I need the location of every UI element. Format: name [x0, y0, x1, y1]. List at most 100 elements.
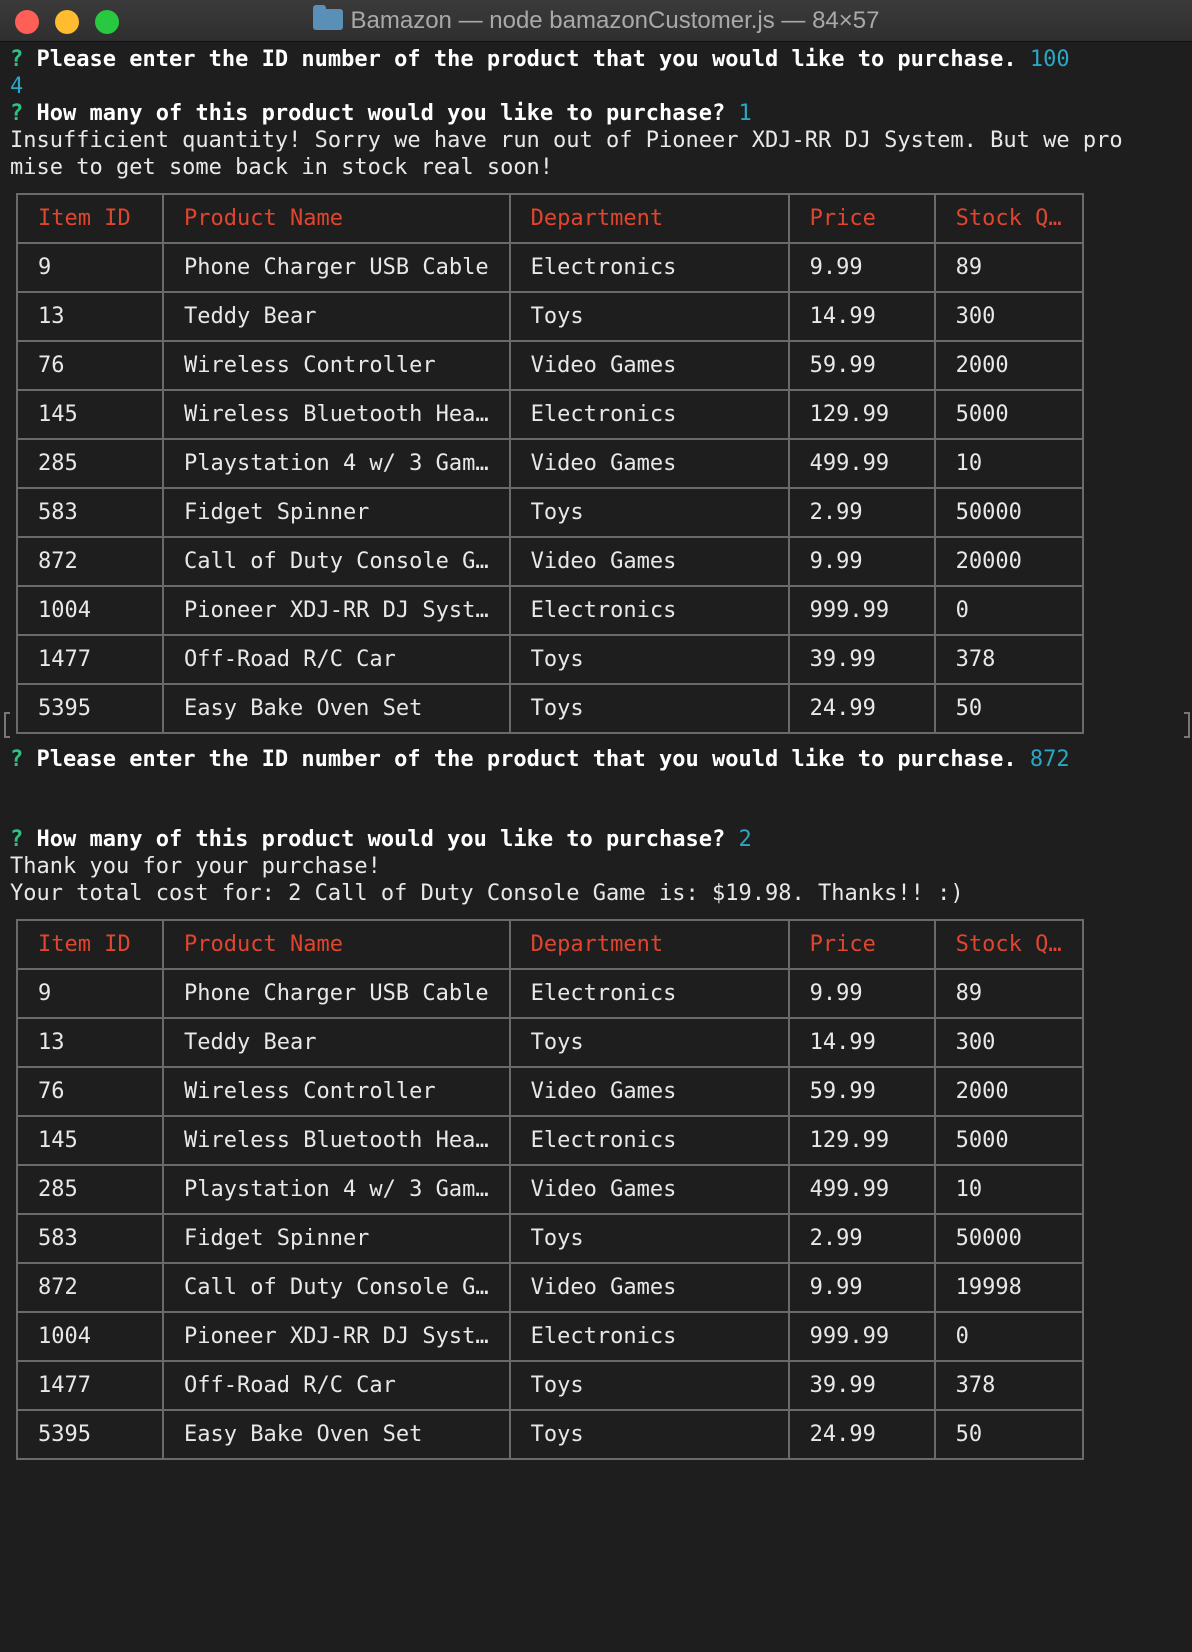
window-title-text: Bamazon — node bamazonCustomer.js — 84×5… [350, 7, 880, 34]
table-cell: 300 [933, 291, 1084, 342]
table-cell: 1004 [16, 585, 164, 636]
table-cell: Playstation 4 w/ 3 Gam… [162, 1164, 511, 1215]
table-cell: 5395 [16, 683, 164, 734]
table-row: 9 Phone Charger USB Cable Electronics 9.99 8… [16, 968, 1084, 1019]
table-cell: 2.99 [787, 487, 936, 538]
prompt-answer: 100 [1029, 47, 1070, 72]
table-cell: 583 [16, 1213, 164, 1264]
table-cell: 13 [16, 1017, 164, 1068]
table-cell: 50000 [933, 487, 1084, 538]
table-cell: 50 [933, 683, 1084, 734]
table-row: 76 Wireless Controller Video Games 59.99 200… [16, 1066, 1084, 1117]
table-cell: 14.99 [787, 291, 936, 342]
table-cell: 50 [933, 1409, 1084, 1460]
table-cell: Pioneer XDJ-RR DJ Syst… [162, 585, 511, 636]
table-cell: 145 [16, 389, 164, 440]
table-row: 13 Teddy Bear Toys 14.99 300 [16, 1017, 1084, 1068]
table-cell: 59.99 [787, 1066, 936, 1117]
prompt-marker: ? [10, 747, 24, 772]
table-cell: Toys [508, 487, 790, 538]
table-cell: 9.99 [787, 242, 936, 293]
table-cell: 0 [933, 1311, 1084, 1362]
table-cell: 9 [16, 968, 164, 1019]
table-cell: 300 [933, 1017, 1084, 1068]
resize-handle-left[interactable] [4, 712, 10, 738]
table-cell: Toys [508, 683, 790, 734]
table-body: 9 Phone Charger USB Cable Electronics 9.99 8… [16, 242, 1084, 734]
output-line: Your total cost for: 2 Call of Duty Cons… [10, 881, 964, 906]
prompt-marker: ? [10, 101, 24, 126]
table-cell: Video Games [508, 1066, 790, 1117]
table-row: 145 Wireless Bluetooth Hea… Electronics 129… [16, 1115, 1084, 1166]
table-cell: 13 [16, 291, 164, 342]
prompt-answer: 872 [1029, 747, 1070, 772]
table-row: 1477 Off-Road R/C Car Toys 39.99 378 [16, 1360, 1084, 1411]
table-row: 5395 Easy Bake Oven Set Toys 24.99 50 [16, 683, 1084, 734]
table-cell: Toys [508, 1213, 790, 1264]
inventory-table: Item ID Product Name Department Price St… [16, 193, 1084, 734]
table-cell: 24.99 [787, 1409, 936, 1460]
table-cell: 285 [16, 438, 164, 489]
table-cell: 39.99 [787, 1360, 936, 1411]
column-header: Price [787, 919, 936, 970]
table-row: 76 Wireless Controller Video Games 59.99 200… [16, 340, 1084, 391]
column-header: Item ID [16, 919, 164, 970]
prompt-line: ? Please enter the ID number of the prod… [10, 46, 1190, 73]
table-row: 145 Wireless Bluetooth Hea… Electronics 129… [16, 389, 1084, 440]
table-cell: 76 [16, 340, 164, 391]
table-row: 1004 Pioneer XDJ-RR DJ Syst… Electronics 99… [16, 585, 1084, 636]
prompt-question: How many of this product would you like … [36, 827, 726, 852]
table-cell: Teddy Bear [162, 291, 511, 342]
table-cell: Wireless Bluetooth Hea… [162, 389, 511, 440]
table-cell: Electronics [508, 389, 790, 440]
table-cell: Pioneer XDJ-RR DJ Syst… [162, 1311, 511, 1362]
table-cell: Electronics [508, 242, 790, 293]
table-cell: 0 [933, 585, 1084, 636]
table-cell: Video Games [508, 1164, 790, 1215]
terminal-output[interactable]: ? Please enter the ID number of the prod… [10, 46, 1190, 1472]
table-row: 285 Playstation 4 w/ 3 Gam… Video Games 499… [16, 438, 1084, 489]
table-cell: Video Games [508, 340, 790, 391]
table-cell: 872 [16, 1262, 164, 1313]
column-header: Department [508, 193, 790, 244]
table-cell: Playstation 4 w/ 3 Gam… [162, 438, 511, 489]
table-row: 1477 Off-Road R/C Car Toys 39.99 378 [16, 634, 1084, 685]
table-cell: Electronics [508, 968, 790, 1019]
table-cell: 50000 [933, 1213, 1084, 1264]
column-header: Product Name [162, 193, 511, 244]
table-cell: 19998 [933, 1262, 1084, 1313]
prompt-line: ? How many of this product would you lik… [10, 826, 1190, 853]
table-cell: Fidget Spinner [162, 1213, 511, 1264]
table-cell: 285 [16, 1164, 164, 1215]
prompt-question: Please enter the ID number of the produc… [36, 47, 1017, 72]
window-title: Bamazon — node bamazonCustomer.js — 84×5… [0, 5, 1192, 35]
prompt-marker: ? [10, 47, 24, 72]
table-cell: 24.99 [787, 683, 936, 734]
table-cell: 999.99 [787, 1311, 936, 1362]
table-cell: Off-Road R/C Car [162, 1360, 511, 1411]
table-cell: Off-Road R/C Car [162, 634, 511, 685]
table-cell: 5000 [933, 1115, 1084, 1166]
table-row: 285 Playstation 4 w/ 3 Gam… Video Games 499… [16, 1164, 1084, 1215]
table-row: 13 Teddy Bear Toys 14.99 300 [16, 291, 1084, 342]
table-cell: 9 [16, 242, 164, 293]
table-cell: 14.99 [787, 1017, 936, 1068]
table-row: 872 Call of Duty Console G… Video Games 9.9… [16, 1262, 1084, 1313]
table-cell: 2.99 [787, 1213, 936, 1264]
resize-handle-right[interactable] [1184, 712, 1190, 738]
table-cell: Call of Duty Console G… [162, 536, 511, 587]
table-cell: 129.99 [787, 389, 936, 440]
table-cell: 1004 [16, 1311, 164, 1362]
inventory-table: Item ID Product Name Department Price St… [16, 919, 1084, 1460]
table-cell: 39.99 [787, 634, 936, 685]
table-row: 872 Call of Duty Console G… Video Games 9.9… [16, 536, 1084, 587]
prompt-answer: 1 [738, 101, 752, 126]
table-cell: 76 [16, 1066, 164, 1117]
prompt-line: ? Please enter the ID number of the prod… [10, 746, 1190, 773]
table-cell: 2000 [933, 1066, 1084, 1117]
column-header: Product Name [162, 919, 511, 970]
folder-icon [312, 5, 343, 30]
table-cell: 999.99 [787, 585, 936, 636]
table-cell: Fidget Spinner [162, 487, 511, 538]
table-cell: Phone Charger USB Cable [162, 968, 511, 1019]
